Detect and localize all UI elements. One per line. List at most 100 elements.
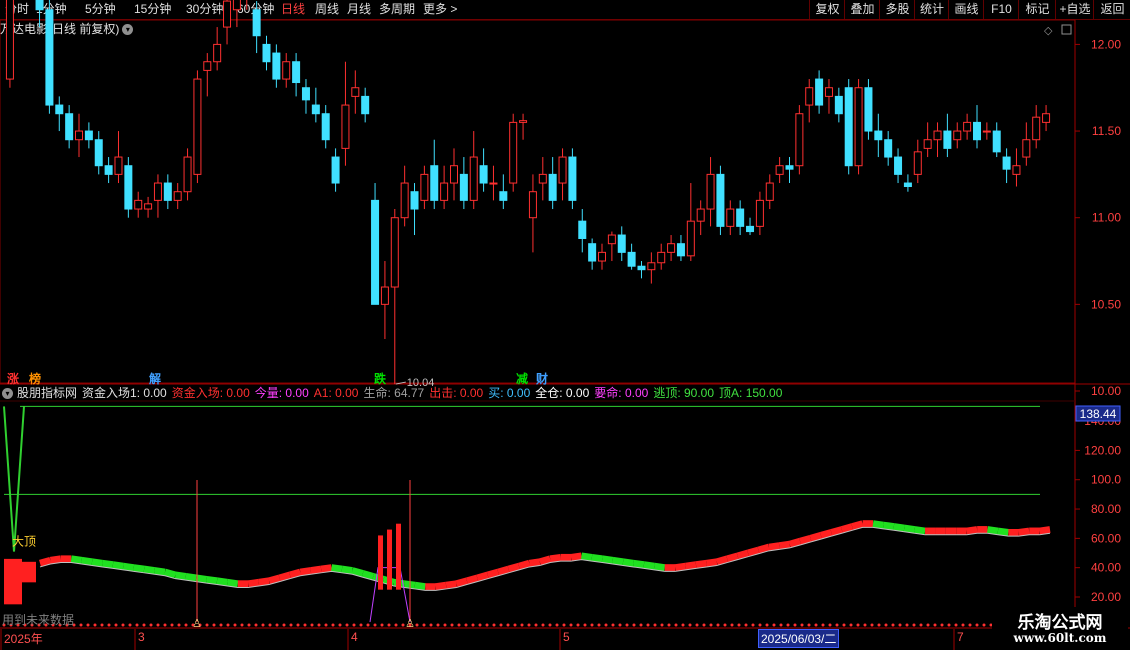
indicator-field-5: 生命: 64.77 bbox=[363, 386, 425, 400]
indicator-field-10: 逃顶: 90.00 bbox=[653, 386, 715, 400]
indicator-field-1: 资金入场1: 0.00 bbox=[82, 386, 167, 400]
indicator-field-9: 要命: 0.00 bbox=[594, 386, 649, 400]
candle-body-63 bbox=[627, 251, 636, 267]
baseline-dot bbox=[226, 623, 230, 627]
candle-body-18 bbox=[183, 156, 192, 193]
price-axis-label-4: 11.50 bbox=[1092, 124, 1121, 138]
candle-body-68 bbox=[676, 243, 685, 257]
kline-chart[interactable]: 大顶♙♙用到未来数据 ◇13.5013.0012.5012.0011.5011.… bbox=[0, 0, 1130, 650]
left-red-block bbox=[4, 558, 22, 605]
band-seg-4 bbox=[81, 556, 93, 566]
baseline-dot bbox=[86, 623, 90, 627]
candle-body-41 bbox=[410, 191, 419, 210]
candle-body-40 bbox=[400, 182, 409, 219]
baseline-dot bbox=[499, 623, 503, 627]
baseline-dot bbox=[905, 623, 909, 627]
band-seg-58 bbox=[643, 561, 655, 570]
baseline-dot bbox=[975, 623, 979, 627]
candle-body-81 bbox=[805, 87, 814, 106]
band-seg-65 bbox=[715, 555, 729, 566]
band-seg-25 bbox=[299, 567, 312, 576]
band-seg-41 bbox=[465, 574, 479, 585]
band-seg-49 bbox=[549, 553, 562, 563]
baseline-dot bbox=[492, 623, 496, 627]
watermark-title: 乐淘公式网 bbox=[1017, 613, 1103, 633]
price-axis-label-3: 12.00 bbox=[1091, 37, 1121, 51]
band-seg-96 bbox=[1039, 526, 1051, 535]
top-label: 大顶 bbox=[12, 535, 36, 549]
baseline-dot bbox=[688, 623, 692, 627]
baseline-dot bbox=[569, 623, 573, 627]
candle-body-92 bbox=[913, 151, 922, 175]
baseline-dot bbox=[793, 623, 797, 627]
candle-body-39 bbox=[390, 217, 399, 288]
baseline-dot bbox=[331, 623, 335, 627]
candle-body-75 bbox=[746, 225, 755, 233]
baseline-dot bbox=[730, 623, 734, 627]
baseline-dot bbox=[275, 623, 279, 627]
candle-body-47 bbox=[469, 156, 478, 201]
band-seg-69 bbox=[757, 543, 770, 554]
baseline-dot bbox=[170, 623, 174, 627]
candle-body-80 bbox=[795, 113, 804, 167]
band-seg-31 bbox=[361, 570, 375, 580]
baseline-dot bbox=[898, 623, 902, 627]
band-seg-3 bbox=[70, 555, 83, 564]
baseline-dot bbox=[800, 623, 804, 627]
baseline-dot bbox=[527, 623, 531, 627]
candle-body-33 bbox=[331, 156, 340, 184]
baseline-dot bbox=[317, 623, 321, 627]
candle-body-60 bbox=[598, 251, 607, 262]
band-seg-1 bbox=[49, 555, 62, 564]
baseline-dot bbox=[114, 623, 118, 627]
layout-icon[interactable] bbox=[1061, 24, 1072, 35]
band-seg-53 bbox=[591, 553, 603, 563]
band-seg-72 bbox=[788, 537, 802, 548]
candle-body-27 bbox=[272, 52, 281, 80]
candle-body-38 bbox=[380, 286, 389, 305]
candle-body-36 bbox=[361, 95, 370, 115]
candle-body-91 bbox=[903, 182, 912, 188]
candle-body-79 bbox=[785, 165, 794, 170]
band-seg-16 bbox=[206, 575, 218, 585]
ind-current-value: 138.44 bbox=[1080, 407, 1117, 421]
baseline-dot bbox=[709, 623, 713, 627]
baseline-dot bbox=[485, 623, 489, 627]
candle-body-16 bbox=[163, 182, 172, 201]
candle-body-90 bbox=[894, 156, 903, 175]
baseline-dot bbox=[702, 623, 706, 627]
indicator-field-6: 出击: 0.00 bbox=[429, 386, 484, 400]
indicator-menu-icon[interactable]: ▾ bbox=[2, 388, 13, 400]
band-seg-18 bbox=[226, 578, 239, 588]
baseline-dot bbox=[394, 623, 398, 627]
baseline-dot bbox=[674, 623, 678, 627]
baseline-dot bbox=[842, 623, 846, 627]
band-seg-47 bbox=[528, 558, 541, 567]
baseline-dot bbox=[520, 623, 524, 627]
baseline-dot bbox=[366, 623, 370, 627]
baseline-dot bbox=[576, 623, 580, 627]
baseline-dot bbox=[219, 623, 223, 627]
baseline-dot bbox=[289, 623, 293, 627]
baseline-dot bbox=[401, 623, 405, 627]
diamond-icon[interactable]: ◇ bbox=[1044, 25, 1053, 37]
baseline-dot bbox=[310, 623, 314, 627]
candle-body-4 bbox=[45, 9, 54, 106]
band-seg-26 bbox=[310, 565, 322, 575]
band-seg-71 bbox=[778, 540, 791, 550]
baseline-dot bbox=[184, 623, 188, 627]
baseline-dot bbox=[506, 623, 510, 627]
candle-body-93 bbox=[923, 139, 932, 149]
baseline-dot bbox=[415, 623, 419, 627]
candle-body-103 bbox=[1022, 139, 1031, 158]
band-seg-11 bbox=[154, 567, 166, 576]
baseline-dot bbox=[387, 623, 391, 627]
baseline-dot bbox=[681, 623, 685, 627]
date-label-1: 3 bbox=[138, 630, 145, 644]
candle-body-78 bbox=[775, 165, 784, 175]
candle-body-51 bbox=[509, 121, 518, 184]
candle-body-104 bbox=[1032, 116, 1041, 141]
baseline-dot bbox=[324, 623, 328, 627]
baseline-dot bbox=[149, 623, 153, 627]
candle-body-19 bbox=[193, 78, 202, 175]
